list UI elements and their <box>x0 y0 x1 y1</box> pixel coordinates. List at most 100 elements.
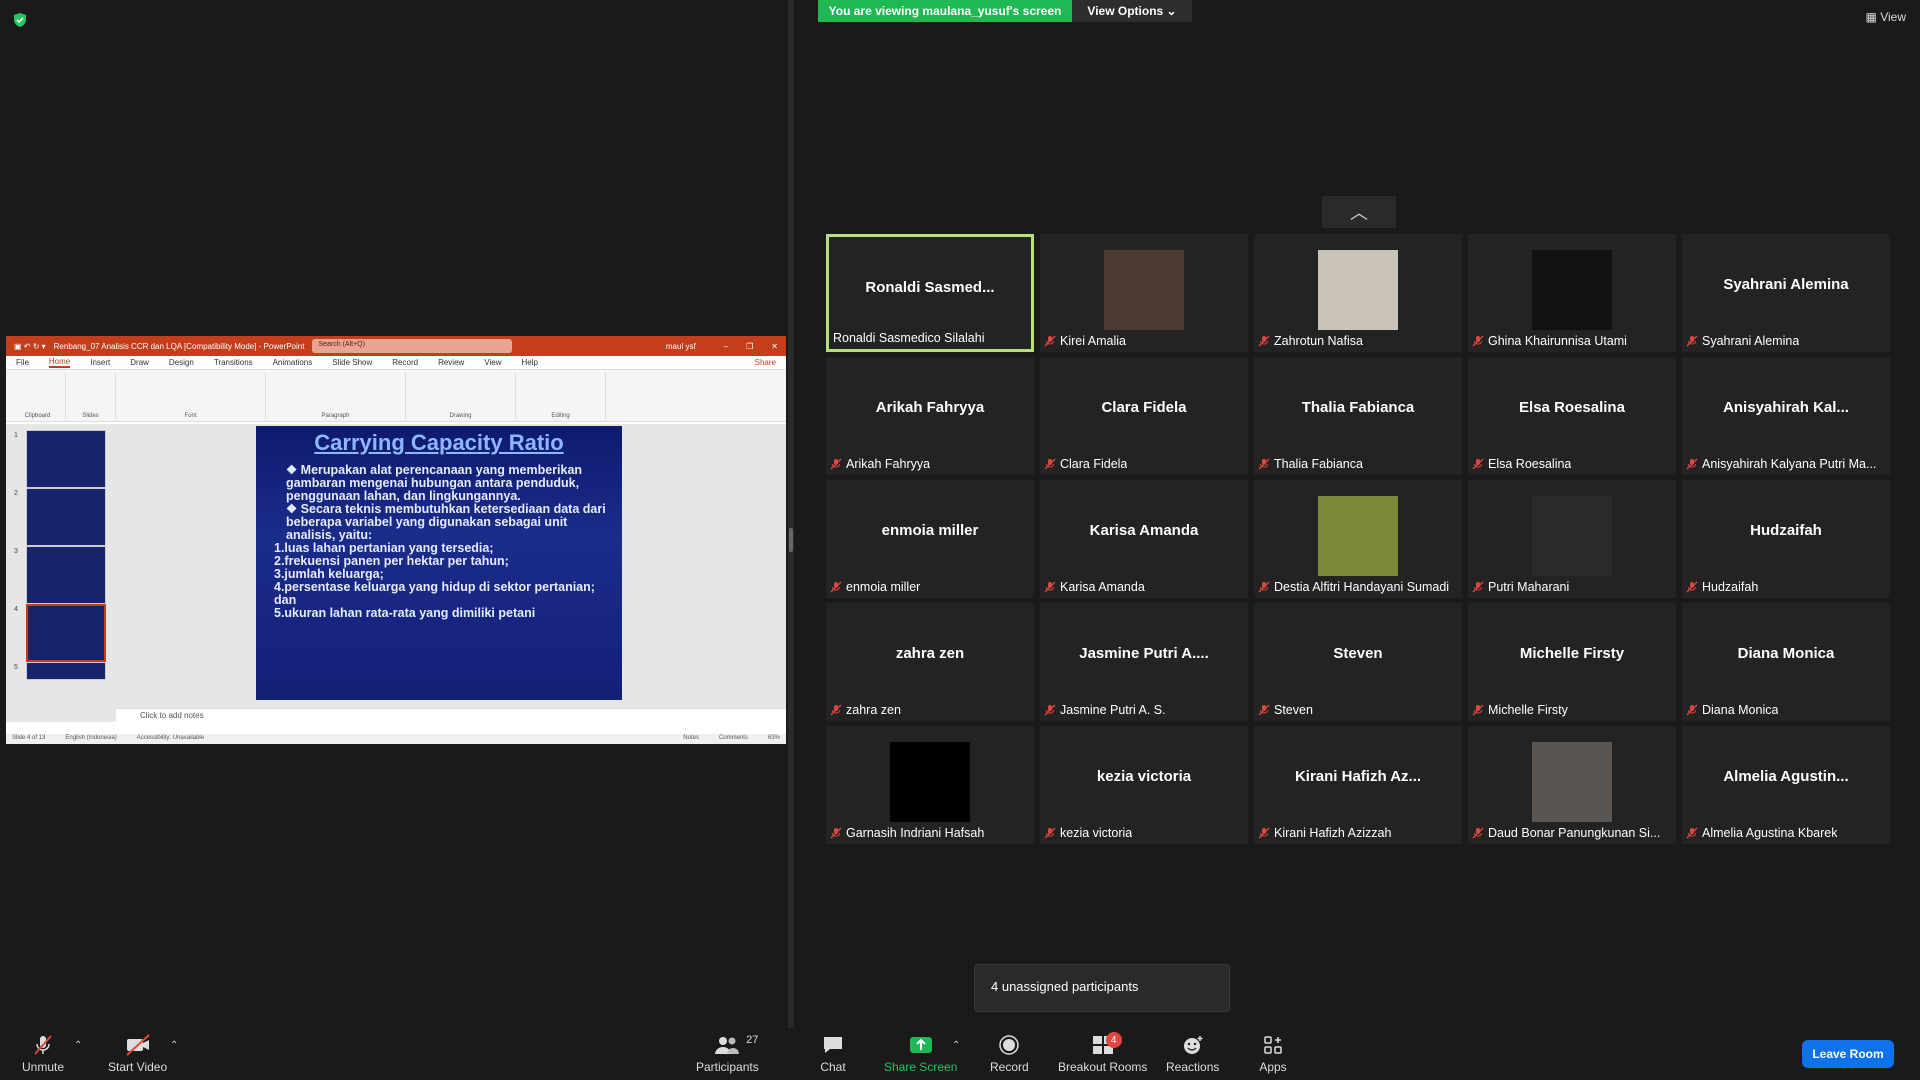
ribbon-tab-animations[interactable]: Animations <box>273 358 313 367</box>
ribbon-group-paragraph[interactable]: Paragraph <box>266 372 406 419</box>
participant-tile[interactable]: Karisa Amanda Karisa Amanda <box>1040 480 1248 598</box>
participant-label: Elsa Roesalina <box>1472 457 1571 471</box>
participant-tile[interactable]: Garnasih Indriani Hafsah <box>826 726 1034 844</box>
participant-tile[interactable]: Ronaldi Sasmed... Ronaldi Sasmedico Silal… <box>826 234 1034 352</box>
participant-name: Kirei Amalia <box>1060 334 1126 348</box>
mic-muted-icon <box>1258 335 1270 347</box>
participant-tile[interactable]: enmoia miller enmoia miller <box>826 480 1034 598</box>
divider-handle[interactable] <box>789 528 793 552</box>
participant-name: Almelia Agustina Kbarek <box>1702 826 1838 840</box>
ribbon-tab-draw[interactable]: Draw <box>130 358 149 367</box>
ribbon-tab-file[interactable]: File <box>16 358 29 367</box>
slide-thumbnail[interactable] <box>26 662 106 680</box>
participant-label: Michelle Firsty <box>1472 703 1568 717</box>
ribbon-group-clipboard[interactable]: Clipboard <box>10 372 66 419</box>
participant-tile[interactable]: Kirani Hafizh Az... Kirani Hafizh Azizzah <box>1254 726 1462 844</box>
participants-button[interactable]: 27 Participants <box>696 1032 759 1074</box>
ribbon-tab-insert[interactable]: Insert <box>90 358 110 367</box>
status-item[interactable]: Notes <box>683 735 699 743</box>
participant-label: Anisyahirah Kalyana Putri Ma... <box>1686 457 1876 471</box>
participant-tile[interactable]: Hudzaifah Hudzaifah <box>1682 480 1890 598</box>
user-name[interactable]: maul ysf <box>666 342 696 351</box>
participant-tile[interactable]: Almelia Agustin... Almelia Agustina Kbare… <box>1682 726 1890 844</box>
participant-tile[interactable]: Clara Fidela Clara Fidela <box>1040 357 1248 475</box>
slide-thumbnail[interactable] <box>26 488 106 546</box>
participant-name: Zahrotun Nafisa <box>1274 334 1363 348</box>
view-button[interactable]: ▦ View <box>1866 10 1906 24</box>
view-options-button[interactable]: View Options ⌄ <box>1072 0 1192 22</box>
powerpoint-titlebar: ▣ ↶ ↻ ▾ Renbang_07 Analisis CCR dan LQA … <box>6 336 786 356</box>
search-box[interactable]: Search (Alt+Q) <box>312 339 513 353</box>
participant-tile[interactable]: Ghina Khairunnisa Utami <box>1468 234 1676 352</box>
audio-options-caret[interactable]: ⌃ <box>74 1040 82 1051</box>
mic-muted-icon <box>830 827 842 839</box>
ribbon-group-font[interactable]: Font <box>116 372 266 419</box>
ribbon-tab-record[interactable]: Record <box>392 358 418 367</box>
participant-tile[interactable]: zahra zen zahra zen <box>826 603 1034 721</box>
ribbon-group-drawing[interactable]: Drawing <box>406 372 516 419</box>
autosave-icon[interactable]: ▣ ↶ ↻ ▾ <box>14 342 46 351</box>
mic-muted-icon <box>1686 704 1698 716</box>
reactions-button[interactable]: Reactions <box>1166 1032 1219 1074</box>
participant-tile[interactable]: Jasmine Putri A.... Jasmine Putri A. S. <box>1040 603 1248 721</box>
chat-button[interactable]: Chat <box>818 1032 848 1074</box>
ribbon-group-label: Paragraph <box>321 413 350 419</box>
participant-tile[interactable]: Thalia Fabianca Thalia Fabianca <box>1254 357 1462 475</box>
participant-tile[interactable]: kezia victoria kezia victoria <box>1040 726 1248 844</box>
slide-thumbnail[interactable] <box>26 430 106 488</box>
share-button[interactable]: Share <box>755 358 776 367</box>
ribbon-tab-transitions[interactable]: Transitions <box>214 358 253 367</box>
page-up-button[interactable]: ︿ <box>1322 196 1396 228</box>
apps-button[interactable]: Apps <box>1258 1032 1288 1074</box>
record-button[interactable]: Record <box>990 1032 1029 1074</box>
participant-tile[interactable]: Elsa Roesalina Elsa Roesalina <box>1468 357 1676 475</box>
status-item[interactable]: 63% <box>768 735 780 743</box>
slide-bullet: ❖ Secara teknis membutuhkan ketersediaan… <box>286 502 606 542</box>
participant-tile[interactable]: Anisyahirah Kal... Anisyahirah Kalyana Pu… <box>1682 357 1890 475</box>
mic-muted-icon <box>1686 581 1698 593</box>
participant-tile[interactable]: Putri Maharani <box>1468 480 1676 598</box>
participant-tile[interactable]: Diana Monica Diana Monica <box>1682 603 1890 721</box>
ribbon-tab-slide-show[interactable]: Slide Show <box>332 358 372 367</box>
participant-tile[interactable]: Steven Steven <box>1254 603 1462 721</box>
participant-tile[interactable]: Kirei Amalia <box>1040 234 1248 352</box>
ribbon-tab-help[interactable]: Help <box>522 358 538 367</box>
participant-name: Ronaldi Sasmedico Silalahi <box>833 331 985 345</box>
participant-label: zahra zen <box>830 703 901 717</box>
ribbon-tab-home[interactable]: Home <box>48 357 71 368</box>
participant-tile[interactable]: Destia Alfitri Handayani Sumadi <box>1254 480 1462 598</box>
share-options-caret[interactable]: ⌃ <box>952 1040 960 1051</box>
slide-bullets: ❖ Merupakan alat perencanaan yang member… <box>266 464 612 620</box>
mic-muted-icon <box>1686 827 1698 839</box>
window-controls[interactable]: – ❐ ✕ <box>724 342 778 351</box>
ribbon-tab-review[interactable]: Review <box>438 358 464 367</box>
start-video-button[interactable]: Start Video <box>108 1032 167 1074</box>
status-item[interactable]: Comments <box>719 735 748 743</box>
slide-thumbnail[interactable] <box>26 546 106 604</box>
participant-label: Syahrani Alemina <box>1686 334 1799 348</box>
participant-tile[interactable]: Arikah Fahryya Arikah Fahryya <box>826 357 1034 475</box>
participant-tile[interactable]: Michelle Firsty Michelle Firsty <box>1468 603 1676 721</box>
participant-tile[interactable]: Syahrani Alemina Syahrani Alemina <box>1682 234 1890 352</box>
ribbon-group-label: Slides <box>82 413 99 419</box>
ribbon-tab-view[interactable]: View <box>484 358 501 367</box>
participant-tile[interactable]: Daud Bonar Panungkunan Si... <box>1468 726 1676 844</box>
unmute-button[interactable]: Unmute <box>22 1032 64 1074</box>
slide-thumbnail[interactable] <box>26 604 106 662</box>
ribbon-group-slides[interactable]: Slides <box>66 372 116 419</box>
security-shield-icon[interactable] <box>12 12 28 28</box>
participant-label: Steven <box>1258 703 1313 717</box>
breakout-rooms-button[interactable]: 4 Breakout Rooms <box>1058 1032 1147 1074</box>
ribbon-group-editing[interactable]: Editing <box>516 372 606 419</box>
split-divider[interactable] <box>788 0 794 1028</box>
participant-tile[interactable]: Zahrotun Nafisa <box>1254 234 1462 352</box>
video-options-caret[interactable]: ⌃ <box>170 1040 178 1051</box>
notes-pane[interactable]: Click to add notes <box>116 708 786 722</box>
current-slide[interactable]: Carrying Capacity Ratio ❖ Merupakan alat… <box>256 426 622 700</box>
slide-bullet: 5.ukuran lahan rata-rata yang dimiliki p… <box>274 606 536 620</box>
ribbon-tab-design[interactable]: Design <box>169 358 194 367</box>
leave-room-button[interactable]: Leave Room <box>1802 1040 1894 1068</box>
share-screen-button[interactable]: Share Screen <box>884 1032 957 1074</box>
participant-name: Steven <box>1274 703 1313 717</box>
participant-name: enmoia miller <box>846 580 921 594</box>
